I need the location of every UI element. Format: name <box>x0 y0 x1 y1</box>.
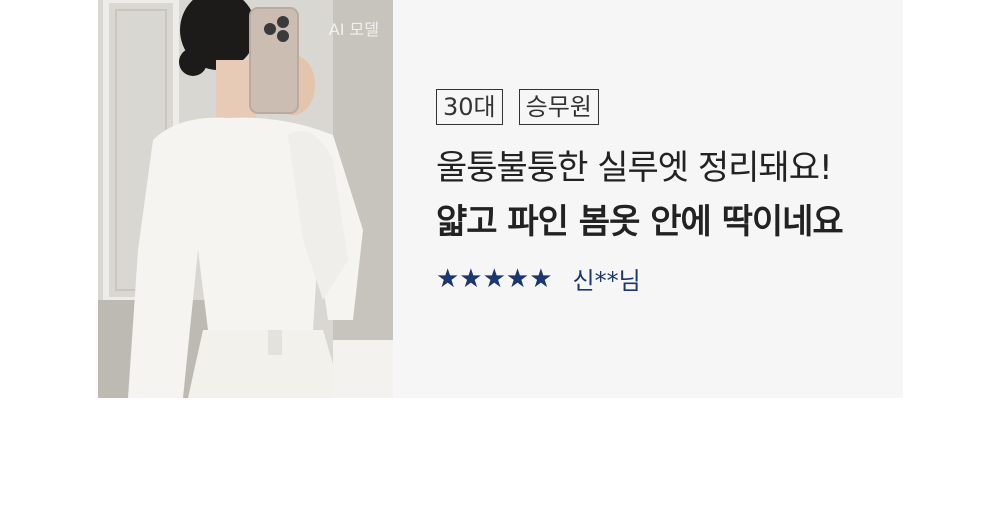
ai-model-label: AI 모델 <box>328 20 379 39</box>
review-card: AI 모델 30대 승무원 울퉁불퉁한 실루엣 정리돼요! 얇고 파인 봄옷 안… <box>98 0 903 398</box>
review-text-line-2: 얇고 파인 봄옷 안에 딱이네요 <box>436 202 844 242</box>
review-photo: AI 모델 <box>98 0 393 398</box>
tag-occupation: 승무원 <box>518 89 599 125</box>
review-text-line-1: 울퉁불퉁한 실루엣 정리돼요! <box>436 148 833 188</box>
review-meta: ★★★★★ 신**님 <box>436 261 886 296</box>
review-content: 30대 승무원 울퉁불퉁한 실루엣 정리돼요! 얇고 파인 봄옷 안에 딱이네요… <box>436 89 886 296</box>
star-rating-icon: ★★★★★ <box>436 263 553 294</box>
tag-list: 30대 승무원 <box>436 89 886 125</box>
reviewer-name: 신**님 <box>572 267 641 295</box>
tag-age: 30대 <box>436 89 503 125</box>
model-photo-icon <box>98 0 393 398</box>
